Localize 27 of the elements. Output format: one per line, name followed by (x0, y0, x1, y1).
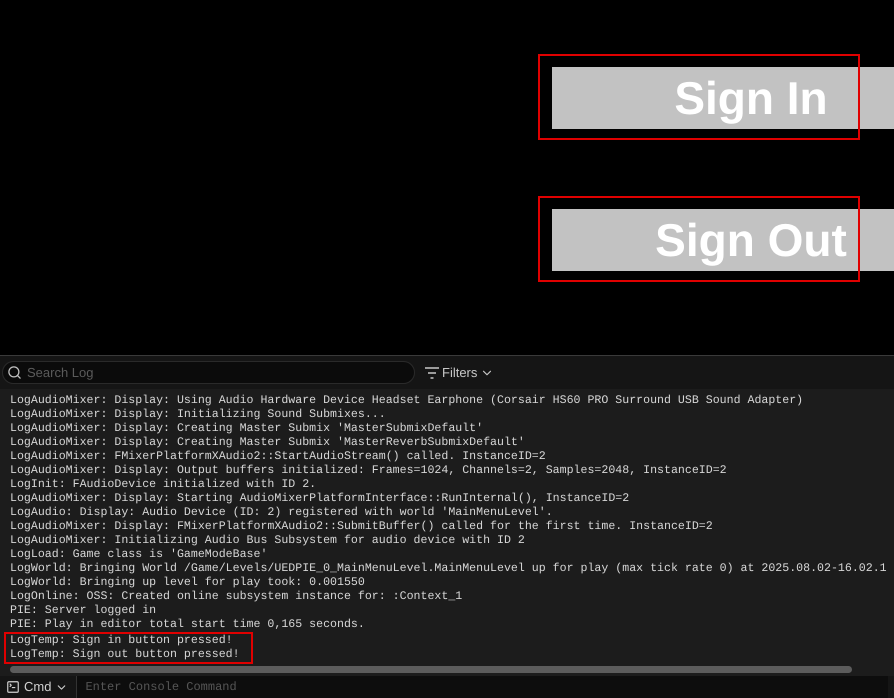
scrollbar[interactable] (10, 666, 852, 673)
terminal-icon (6, 680, 20, 694)
log-line: LogAudioMixer: Display: Creating Master Submix 'MasterSubmixDefault' (10, 422, 484, 436)
log-line: LogAudio: Display: Audio Device (ID: 2) registered with world 'MainMenuLevel'. (10, 506, 554, 520)
log-line: LogAudioMixer: Display: Starting AudioMixerPlatformInterface::RunInternal(), InstanceID=2 (10, 492, 630, 506)
log-line: LogWorld: Bringing up level for play took: 0.001550 (10, 576, 366, 590)
log-line: LogAudioMixer: Initializing Audio Bus Subsystem for audio device with ID 2 (10, 534, 526, 548)
log-line: LogAudioMixer: Display: Using Audio Hardware Device Headset Earphone (Corsair HS60 PRO Surround USB Sound Adapter) (10, 394, 804, 408)
log-line: LogAudioMixer: FMixerPlatformXAudio2::StartAudioStream() called. InstanceID=2 (10, 450, 547, 464)
cmd-button[interactable]: Cmd (6, 677, 68, 697)
log-line: LogTemp: Sign in button pressed! (10, 634, 234, 648)
log-line: LogWorld: Bringing World /Game/Levels/UEDPIE_0_MainMenuLevel.MainMenuLevel up for play (max tick rate 0) at 2025.08.02-16.02.1 (10, 562, 888, 576)
log-line: LogOnline: OSS: Created online subsystem instance for: :Context_1 (10, 590, 464, 604)
log-line: PIE: Play in editor total start time 0,165 seconds. (10, 618, 366, 632)
filters-button[interactable]: Filters (425, 362, 494, 382)
search-icon (7, 365, 22, 380)
log-line: LogAudioMixer: Display: Creating Master Submix 'MasterReverbSubmixDefault' (10, 436, 526, 450)
log-line: LogLoad: Game class is 'GameModeBase' (10, 548, 268, 562)
log-line: LogAudioMixer: Display: Output buffers initialized: Frames=1024, Channels=2, Samples=2048, InstanceID=2 (10, 464, 728, 478)
log-line: LogAudioMixer: Display: Initializing Sound Submixes... (10, 408, 387, 422)
log-line: LogTemp: Sign out button pressed! (10, 648, 241, 662)
console-input[interactable]: Enter Console Command (76, 676, 888, 698)
log-line: PIE: Server logged in (10, 604, 158, 618)
search-field[interactable]: Search Log (2, 361, 415, 384)
log-line: LogAudioMixer: Display: FMixerPlatformXAudio2::SubmitBuffer() called for the first time. InstanceID=2 (10, 520, 714, 534)
log-line: LogInit: FAudioDevice initialized with ID 2. (10, 478, 318, 492)
filter-icon (425, 366, 439, 378)
